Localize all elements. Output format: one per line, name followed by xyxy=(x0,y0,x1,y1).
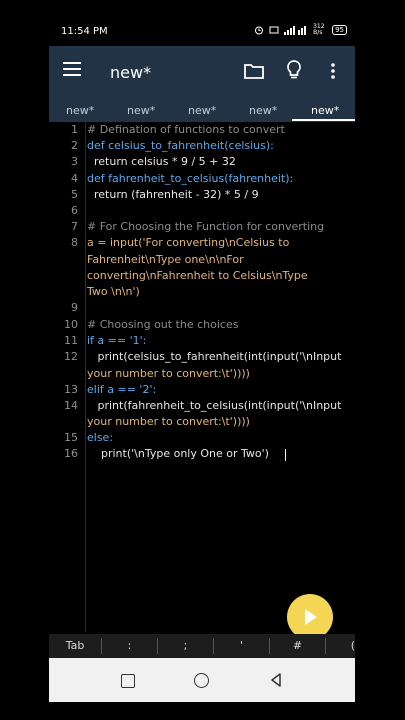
code-line: elif a == '2': xyxy=(87,383,157,396)
line-number: 4 xyxy=(71,172,78,185)
code-editor[interactable]: 1 2 3 4 5 6 7 8 9 10 11 12 13 14 15 16 #… xyxy=(49,122,355,632)
text-cursor xyxy=(285,449,286,461)
status-time: 11:54 PM xyxy=(61,26,108,37)
line-number: 11 xyxy=(64,334,78,347)
code-line: print('\nType only One or Two') xyxy=(87,447,269,460)
line-number: 3 xyxy=(71,155,78,168)
line-number: 5 xyxy=(71,188,78,201)
battery-icon: 95 xyxy=(332,25,347,35)
line-number: 14 xyxy=(64,399,78,412)
status-icons: 312 B/s 95 xyxy=(254,24,347,36)
gutter-divider xyxy=(85,122,86,632)
status-bar: 11:54 PM 312 B/s 95 xyxy=(49,18,355,46)
key-semicolon[interactable]: ; xyxy=(158,634,213,658)
active-tab-indicator xyxy=(292,119,355,121)
key-hash[interactable]: # xyxy=(270,634,325,658)
home-icon[interactable] xyxy=(194,673,209,688)
line-number: 1 xyxy=(71,123,78,136)
key-quote[interactable]: ' xyxy=(214,634,269,658)
line-number: 9 xyxy=(71,301,78,314)
code-line: a = input('For converting\nCelsius to xyxy=(87,236,290,249)
code-line: print(celsius_to_fahrenheit(int(input('\… xyxy=(87,350,342,363)
cast-icon xyxy=(269,26,279,34)
code-line: return celsius * 9 / 5 + 32 xyxy=(87,155,236,168)
code-line: your number to convert:\t')))) xyxy=(87,415,250,428)
phone-screen: 11:54 PM 312 B/s 95 new* new* new* new* … xyxy=(49,18,355,702)
signal-icon xyxy=(284,26,307,35)
tab-new-1[interactable]: new* xyxy=(66,104,94,122)
code-line: # For Choosing the Function for converti… xyxy=(87,220,325,233)
key-tab[interactable]: Tab xyxy=(49,634,101,658)
tab-new-3[interactable]: new* xyxy=(188,104,216,122)
line-number: 13 xyxy=(64,383,78,396)
recent-apps-icon[interactable] xyxy=(121,674,135,688)
extra-keys-bar: Tab : ; ' # ( xyxy=(49,634,355,658)
code-line: def celsius_to_fahrenheit(celsius): xyxy=(87,139,274,152)
code-line: your number to convert:\t')))) xyxy=(87,367,250,380)
code-line: print(fahrenheit_to_celsius(int(input('\… xyxy=(87,399,342,412)
tab-new-2[interactable]: new* xyxy=(127,104,155,122)
line-number: 8 xyxy=(71,236,78,249)
code-line: Two \n\n') xyxy=(87,285,140,298)
line-number: 12 xyxy=(64,350,78,363)
line-number: 7 xyxy=(71,220,78,233)
folder-icon[interactable] xyxy=(244,62,264,80)
alarm-icon xyxy=(255,26,264,35)
line-number: 6 xyxy=(71,204,78,217)
play-icon xyxy=(305,609,317,625)
app-bar: new* xyxy=(49,46,355,104)
more-options-icon[interactable] xyxy=(330,62,336,80)
code-line: converting\nFahrenheit to Celsius\nType xyxy=(87,269,308,282)
back-icon[interactable] xyxy=(269,673,283,687)
key-paren[interactable]: ( xyxy=(326,634,355,658)
line-number: 15 xyxy=(64,431,78,444)
lightbulb-icon[interactable] xyxy=(286,60,302,80)
line-number: 2 xyxy=(71,139,78,152)
tab-new-4[interactable]: new* xyxy=(249,104,277,122)
system-nav-bar xyxy=(49,658,355,702)
key-colon[interactable]: : xyxy=(102,634,157,658)
code-line: # Choosing out the choices xyxy=(87,318,239,331)
code-line: def fahrenheit_to_celsius(fahrenheit): xyxy=(87,172,294,185)
menu-icon[interactable] xyxy=(63,62,81,76)
document-title: new* xyxy=(110,63,152,82)
code-line: return (fahrenheit - 32) * 5 / 9 xyxy=(87,188,259,201)
line-number: 10 xyxy=(64,318,78,331)
code-line: else: xyxy=(87,431,114,444)
code-line: if a == '1': xyxy=(87,334,147,347)
network-speed: 312 B/s xyxy=(313,23,325,36)
code-line: Fahrenheit\nType one\n\nFor xyxy=(87,253,244,266)
code-line: # Defination of functions to convert xyxy=(87,123,285,136)
line-number: 16 xyxy=(64,447,78,460)
